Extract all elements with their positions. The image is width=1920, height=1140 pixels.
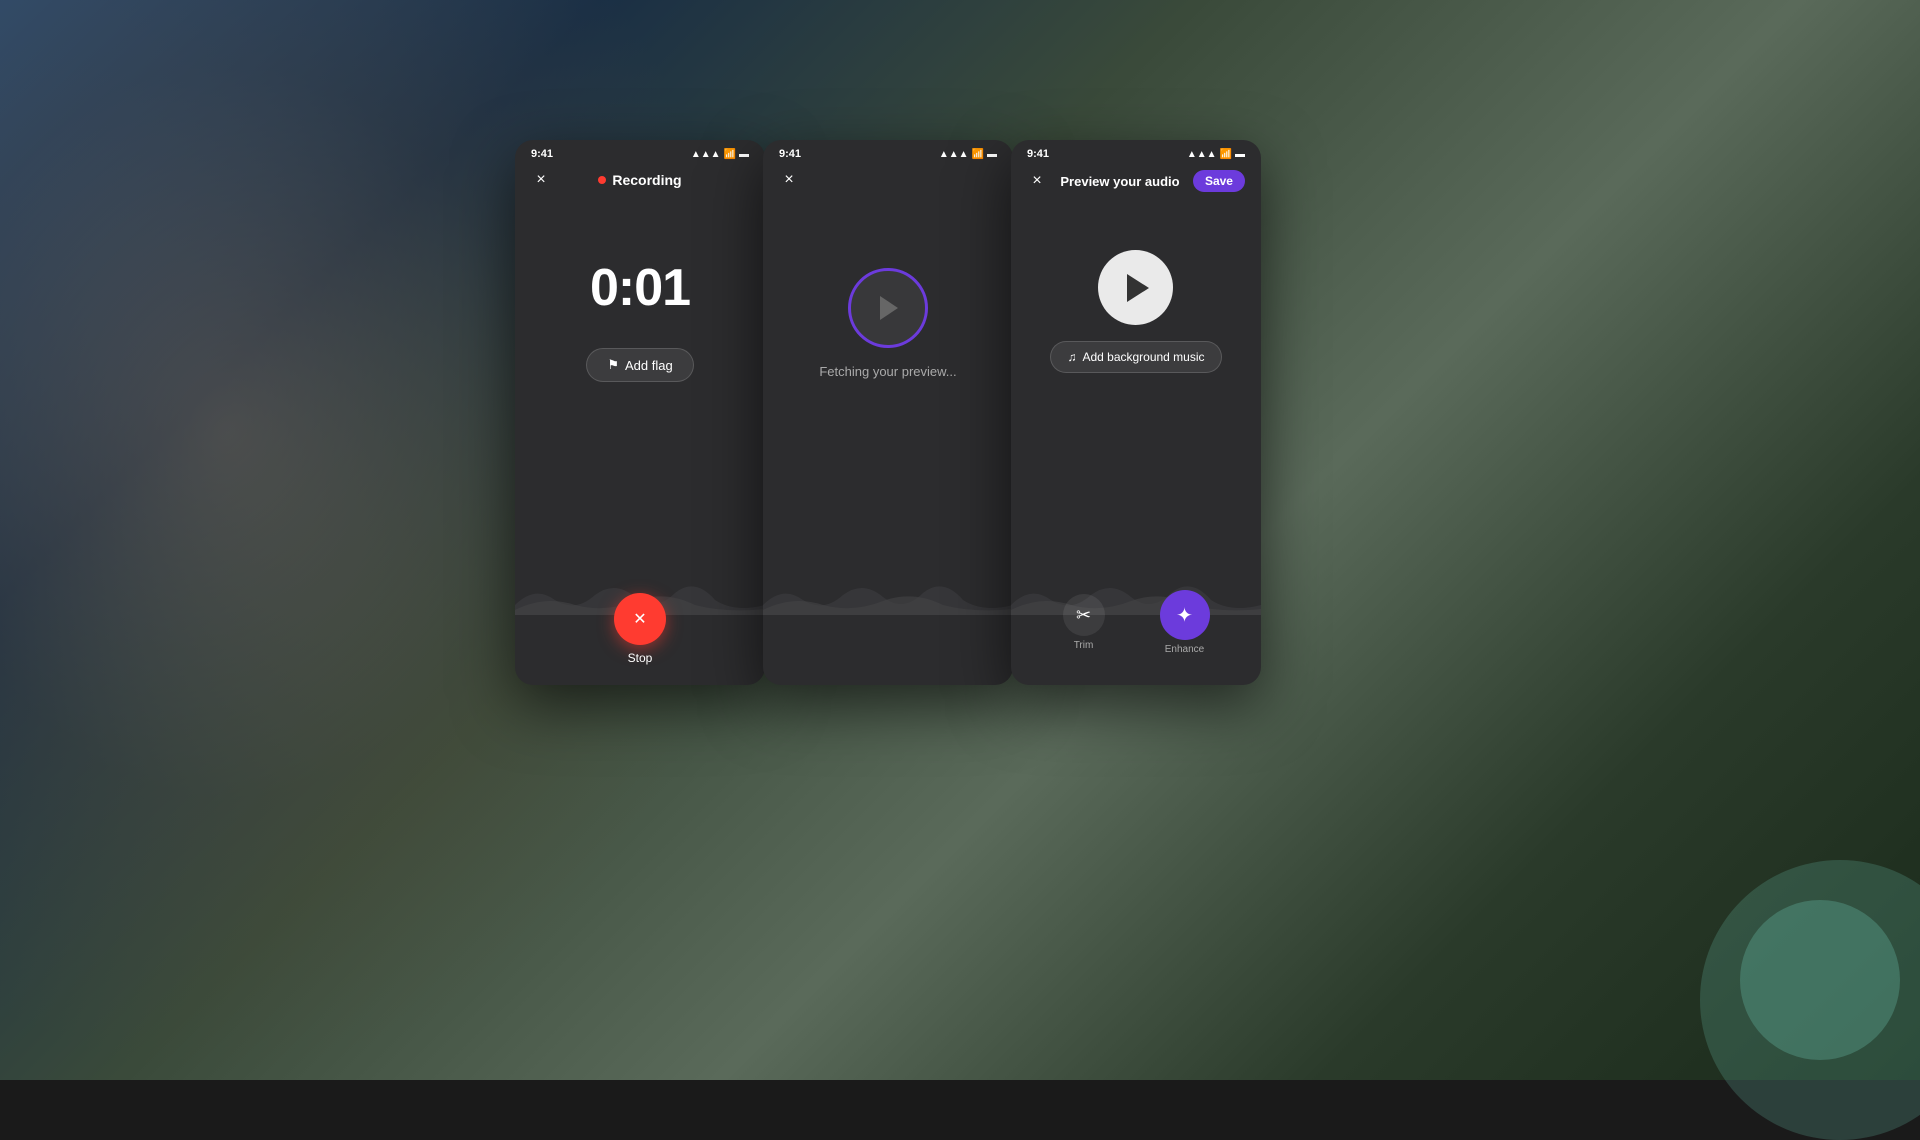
battery-icon-2: ▬	[987, 149, 997, 160]
play-circle-wrapper	[848, 268, 928, 348]
status-bar-3: 9:41 ▲▲▲ 📶 ▬	[1011, 140, 1261, 164]
play-btn-outline[interactable]	[848, 268, 928, 348]
wifi-icon-1: 📶	[724, 149, 736, 160]
music-icon: ♫	[1067, 350, 1076, 364]
signal-icon-3: ▲▲▲	[1187, 149, 1217, 160]
fetching-label: Fetching your preview...	[819, 364, 956, 379]
play-btn-container-3: ♫ Add background music	[1050, 250, 1221, 373]
recording-title: Recording	[598, 172, 681, 188]
enhance-tool[interactable]: ✦ Enhance	[1160, 590, 1210, 655]
save-button[interactable]: Save	[1193, 170, 1245, 192]
trim-tool[interactable]: ✂ Trim	[1063, 594, 1105, 651]
play-icon-2	[880, 296, 898, 320]
add-music-label: Add background music	[1082, 350, 1204, 364]
waveform-2	[763, 565, 1013, 615]
add-flag-button[interactable]: ⚑ Add flag	[586, 348, 693, 382]
battery-icon-3: ▬	[1235, 149, 1245, 160]
status-bar-2: 9:41 ▲▲▲ 📶 ▬	[763, 140, 1013, 164]
flag-icon: ⚑	[607, 357, 619, 373]
decorative-circles	[1620, 780, 1920, 1080]
close-button-1[interactable]: ×	[531, 170, 551, 190]
stop-button[interactable]: ✕	[614, 593, 666, 645]
stop-label: Stop	[628, 651, 653, 665]
stop-button-container: ✕ Stop	[614, 593, 666, 665]
wifi-icon-3: 📶	[1220, 149, 1232, 160]
phone-header-2: ×	[763, 164, 1013, 198]
bottom-tools: ✂ Trim ✦ Enhance	[1011, 590, 1261, 655]
sparkle-icon: ✦	[1176, 603, 1193, 628]
preview-title: Preview your audio	[1060, 174, 1179, 189]
play-button-3[interactable]	[1098, 250, 1173, 325]
status-time-3: 9:41	[1027, 148, 1049, 160]
status-time-2: 9:41	[779, 148, 801, 160]
close-button-3[interactable]: ×	[1027, 171, 1047, 191]
wifi-icon-2: 📶	[972, 149, 984, 160]
add-music-button[interactable]: ♫ Add background music	[1050, 341, 1221, 373]
enhance-label: Enhance	[1165, 644, 1204, 655]
trim-icon: ✂	[1063, 594, 1105, 636]
phone-preview: 9:41 ▲▲▲ 📶 ▬ × Preview your audio Save ♫…	[1011, 140, 1261, 685]
enhance-icon: ✦	[1160, 590, 1210, 640]
status-bar-1: 9:41 ▲▲▲ 📶 ▬	[515, 140, 765, 164]
play-btn-container-2: Fetching your preview...	[819, 268, 956, 379]
stop-icon: ✕	[633, 609, 646, 629]
phone-header-3: × Preview your audio Save	[1011, 164, 1261, 200]
phone-header-1: × Recording	[515, 164, 765, 198]
play-icon-3	[1127, 274, 1149, 302]
battery-icon-1: ▬	[739, 149, 749, 160]
signal-icon-1: ▲▲▲	[691, 149, 721, 160]
recording-dot	[598, 176, 606, 184]
scissors-icon: ✂	[1076, 605, 1091, 626]
status-icons-2: ▲▲▲ 📶 ▬	[939, 149, 997, 160]
phones-container: 9:41 ▲▲▲ 📶 ▬ × Recording 0:01 ⚑ Add flag	[515, 140, 1261, 685]
status-icons-1: ▲▲▲ 📶 ▬	[691, 149, 749, 160]
add-flag-label: Add flag	[625, 358, 673, 373]
phone-recording: 9:41 ▲▲▲ 📶 ▬ × Recording 0:01 ⚑ Add flag	[515, 140, 765, 685]
timer-display: 0:01	[590, 258, 690, 318]
trim-label: Trim	[1074, 640, 1094, 651]
decorative-circle-inner	[1740, 900, 1900, 1060]
phone2-content: Fetching your preview...	[763, 198, 1013, 605]
phone2-bottom-space	[763, 605, 1013, 685]
recording-label: Recording	[612, 172, 681, 188]
close-button-2[interactable]: ×	[779, 170, 799, 190]
phone-fetching: 9:41 ▲▲▲ 📶 ▬ × Fetching your preview...	[763, 140, 1013, 685]
status-time-1: 9:41	[531, 148, 553, 160]
status-icons-3: ▲▲▲ 📶 ▬	[1187, 149, 1245, 160]
signal-icon-2: ▲▲▲	[939, 149, 969, 160]
